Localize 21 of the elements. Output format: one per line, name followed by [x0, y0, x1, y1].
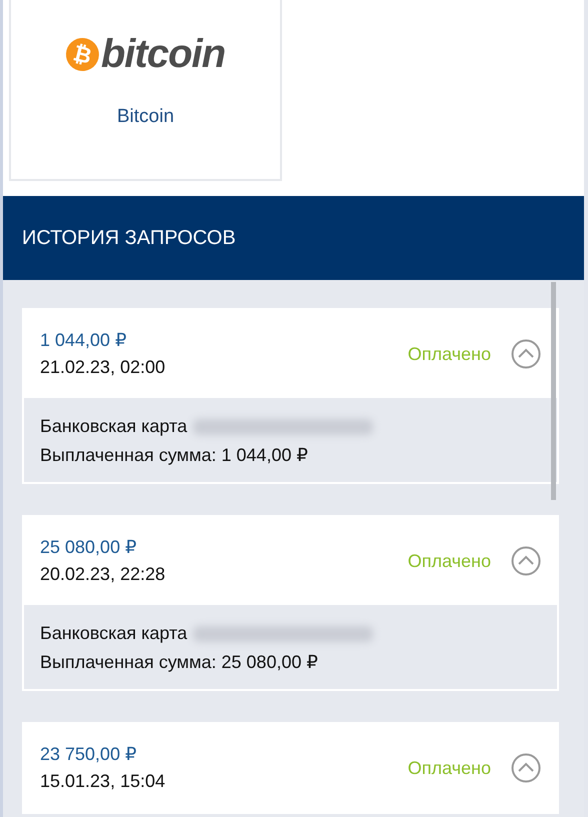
payment-method-card[interactable]: ₿ bitcoin Bitcoin: [9, 0, 282, 181]
scrollbar[interactable]: [551, 282, 556, 500]
request-date: 20.02.23, 22:28: [40, 564, 166, 585]
collapse-icon[interactable]: [511, 339, 541, 369]
request-amount: 25 080,00 ₽: [40, 537, 138, 558]
collapse-icon[interactable]: [511, 546, 541, 576]
request-amount: 23 750,00 ₽: [40, 744, 138, 765]
payout-method: Банковская карта: [40, 416, 188, 437]
collapse-icon[interactable]: [511, 753, 541, 783]
payout-sum: Выплаченная сумма: 1 044,00 ₽: [40, 445, 309, 466]
method-label: Bitcoin: [116, 106, 174, 128]
request-status: Оплачено: [408, 758, 491, 778]
section-title: ИСТОРИЯ ЗАПРОСОВ: [22, 226, 236, 250]
request-date: 15.01.23, 15:04: [40, 771, 166, 792]
logo-text: bitcoin: [100, 34, 226, 74]
request-status: Оплачено: [408, 550, 491, 572]
payout-method: Банковская карта: [40, 623, 188, 644]
request-status: Оплачено: [408, 344, 491, 364]
request-date: 21.02.23, 02:00: [40, 357, 166, 378]
payout-sum: Выплаченная сумма: 25 080,00 ₽: [40, 652, 319, 673]
request-amount: 1 044,00 ₽: [40, 330, 128, 351]
